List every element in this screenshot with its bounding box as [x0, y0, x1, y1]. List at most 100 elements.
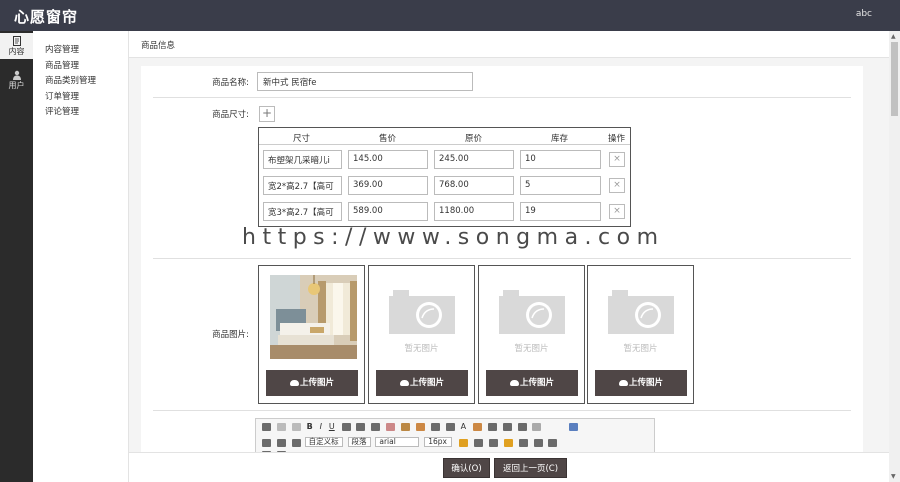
camera-icon	[499, 290, 565, 334]
strikethrough-icon[interactable]	[341, 423, 351, 431]
current-user[interactable]: abc	[856, 9, 872, 19]
footer-bar: 确认(O) 返回上一页(C)	[129, 452, 889, 482]
divider	[153, 97, 851, 98]
align-right-icon[interactable]	[533, 438, 543, 447]
cloud-upload-icon	[289, 380, 299, 386]
subnav-content-manage[interactable]: 内容管理	[33, 43, 128, 59]
indent-icon[interactable]	[488, 438, 498, 447]
subnav-product-manage[interactable]: 商品管理	[33, 59, 128, 75]
font-color-button[interactable]: A	[459, 422, 468, 431]
upload-label: 上传图片	[299, 378, 334, 388]
page-scrollbar[interactable]: ▲ ▼	[889, 31, 900, 482]
subnav-category-manage[interactable]: 商品类别管理	[33, 74, 128, 90]
align-left-icon[interactable]	[503, 438, 513, 447]
table-row: 宽3*高2.7【高可 589.00 1180.00 19 ×	[259, 200, 630, 222]
stock-input[interactable]: 10	[520, 150, 601, 169]
image-slot-3: 暂无图片 上传图片	[478, 265, 585, 404]
scrollbar-thumb[interactable]	[891, 42, 898, 116]
add-size-button[interactable]: +	[259, 106, 275, 122]
align-center-icon[interactable]	[518, 438, 528, 447]
size-input[interactable]: 宽2*高2.7【高可	[263, 176, 342, 195]
bold-button[interactable]: B	[305, 422, 315, 431]
align-justify-icon[interactable]	[548, 438, 558, 447]
upload-image-button[interactable]: 上传图片	[266, 370, 358, 396]
size-table: 尺寸 售价 原价 库存 操作 布塑架几采暗儿i 145.00 245.00 10…	[258, 127, 631, 227]
pasteplain-icon[interactable]	[445, 423, 455, 431]
superscript-icon[interactable]	[356, 423, 366, 431]
undo-icon[interactable]	[276, 423, 286, 431]
row-spacing-top-icon[interactable]	[262, 438, 271, 447]
name-label: 商品名称:	[212, 78, 249, 88]
custom-style-select[interactable]: 自定义标	[304, 437, 343, 447]
eraser-icon[interactable]	[386, 423, 396, 431]
image-slot-2: 暂无图片 上传图片	[368, 265, 475, 404]
nav-content[interactable]: 内容	[0, 33, 33, 59]
paragraph-select[interactable]: 段落	[347, 437, 371, 447]
product-name-input[interactable]: 新中式 民宿fe	[257, 72, 473, 91]
subnav-order-manage[interactable]: 订单管理	[33, 90, 128, 106]
directionality-rtl-icon[interactable]	[474, 438, 483, 447]
price-input[interactable]: 145.00	[348, 150, 428, 169]
price-input[interactable]: 589.00	[348, 202, 428, 221]
back-button[interactable]: 返回上一页(C)	[494, 458, 567, 478]
scroll-down-icon[interactable]: ▼	[891, 473, 896, 480]
upload-image-button[interactable]: 上传图片	[486, 370, 578, 396]
col-stock: 库存	[551, 134, 569, 144]
delete-row-button[interactable]: ×	[609, 152, 625, 167]
upload-label: 上传图片	[628, 378, 663, 388]
editor-toolbar-row-2: 自定义标 段落 arial 16px	[260, 437, 558, 449]
price-input[interactable]: 369.00	[348, 176, 428, 195]
size-label: 商品尺寸:	[212, 110, 249, 120]
nav-user[interactable]: 用户	[0, 67, 33, 93]
unordered-list-icon[interactable]	[502, 423, 512, 431]
line-height-icon[interactable]	[291, 438, 301, 447]
blockquote-icon[interactable]	[430, 423, 440, 431]
divider	[153, 258, 851, 259]
select-all-icon[interactable]	[517, 423, 527, 431]
original-price-input[interactable]: 1180.00	[434, 202, 514, 221]
no-image-text: 暂无图片	[623, 344, 658, 354]
row-spacing-bottom-icon[interactable]	[276, 438, 286, 447]
upload-image-button[interactable]: 上传图片	[376, 370, 468, 396]
no-image-text: 暂无图片	[514, 344, 549, 354]
subnav-comment-manage[interactable]: 评论管理	[33, 105, 128, 121]
autotypeset-icon[interactable]	[415, 423, 425, 431]
italic-button[interactable]: I	[318, 422, 324, 431]
original-price-input[interactable]: 768.00	[434, 176, 514, 195]
stock-input[interactable]: 5	[520, 176, 601, 195]
fullscreen-icon[interactable]	[569, 423, 579, 431]
sub-navigation: 内容管理 商品管理 商品类别管理 订单管理 评论管理	[33, 31, 129, 482]
font-size-select[interactable]: 16px	[424, 437, 453, 447]
nav-content-label: 内容	[8, 47, 25, 56]
confirm-button[interactable]: 确认(O)	[443, 458, 490, 478]
redo-icon[interactable]	[291, 423, 301, 431]
original-price-input[interactable]: 245.00	[434, 150, 514, 169]
upload-label: 上传图片	[519, 378, 554, 388]
col-original: 原价	[465, 134, 483, 144]
directionality-ltr-icon[interactable]	[459, 438, 469, 447]
scroll-up-icon[interactable]: ▲	[891, 33, 896, 40]
back-color-icon[interactable]	[472, 423, 482, 431]
table-row: 布塑架几采暗儿i 145.00 245.00 10 ×	[259, 148, 630, 170]
delete-row-button[interactable]: ×	[609, 204, 625, 219]
size-input[interactable]: 布塑架几采暗儿i	[263, 150, 342, 169]
no-image-text: 暂无图片	[404, 344, 439, 354]
col-action: 操作	[608, 134, 626, 144]
subscript-icon[interactable]	[371, 423, 381, 431]
size-table-header: 尺寸 售价 原价 库存 操作	[259, 128, 630, 145]
cloud-upload-icon	[399, 380, 409, 386]
font-family-select[interactable]: arial	[375, 437, 420, 447]
upload-image-button[interactable]: 上传图片	[595, 370, 687, 396]
app-logo[interactable]: 心愿窗帘	[14, 6, 78, 27]
breadcrumb: 商品信息	[129, 31, 889, 58]
delete-row-button[interactable]: ×	[609, 178, 625, 193]
stock-input[interactable]: 19	[520, 202, 601, 221]
document-icon	[12, 36, 21, 46]
format-painter-icon[interactable]	[401, 423, 411, 431]
size-input[interactable]: 宽3*高2.7【高可	[263, 202, 342, 221]
upload-label: 上传图片	[409, 378, 444, 388]
underline-button[interactable]: U	[327, 422, 337, 431]
ordered-list-icon[interactable]	[487, 423, 497, 431]
source-icon[interactable]	[262, 423, 271, 431]
clear-doc-icon[interactable]	[532, 423, 542, 431]
